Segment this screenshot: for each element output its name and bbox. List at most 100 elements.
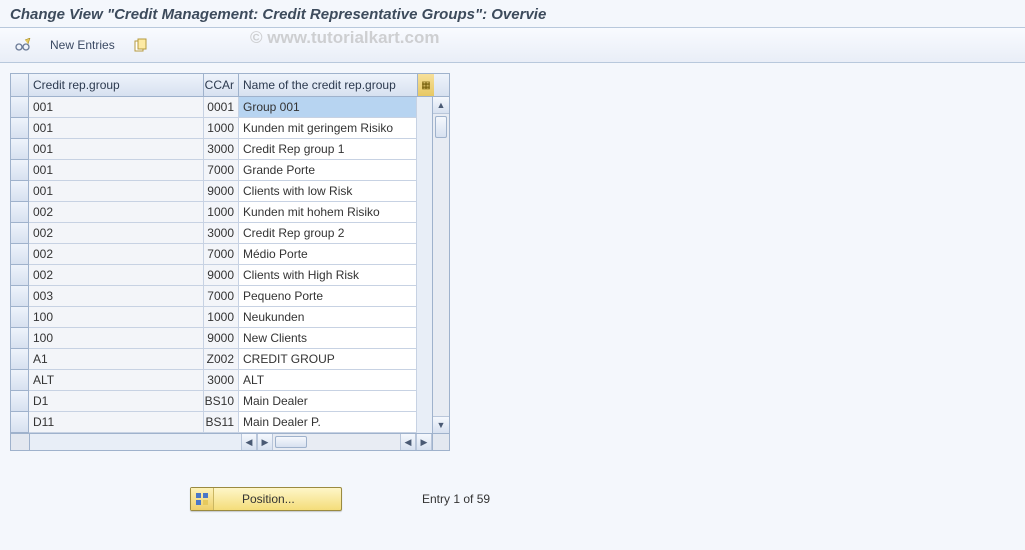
horizontal-scrollbar[interactable]: ◀ ▶ ◀ ▶: [241, 434, 432, 450]
cell-name[interactable]: Main Dealer P.: [239, 412, 417, 433]
cell-group[interactable]: ALT: [29, 370, 204, 391]
cell-name[interactable]: New Clients: [239, 328, 417, 349]
cell-ccar[interactable]: 3000: [204, 370, 239, 391]
cell-name[interactable]: Group 001: [239, 97, 417, 118]
cell-ccar[interactable]: BS11: [204, 412, 239, 433]
cell-ccar[interactable]: Z002: [204, 349, 239, 370]
cell-ccar[interactable]: 9000: [204, 265, 239, 286]
row-selector[interactable]: [11, 286, 29, 307]
row-selector[interactable]: [11, 349, 29, 370]
scroll-left-button[interactable]: ◀: [241, 434, 257, 450]
cell-group[interactable]: 002: [29, 265, 204, 286]
cell-group[interactable]: 001: [29, 181, 204, 202]
cell-ccar[interactable]: 3000: [204, 223, 239, 244]
hscroll-track[interactable]: [273, 434, 400, 450]
cell-name[interactable]: Neukunden: [239, 307, 417, 328]
scroll-up-button[interactable]: ▲: [433, 97, 449, 114]
cell-ccar[interactable]: 9000: [204, 328, 239, 349]
col-header-name[interactable]: Name of the credit rep.group: [239, 74, 417, 96]
cell-name[interactable]: Pequeno Porte: [239, 286, 417, 307]
col-header-ccar[interactable]: CCAr: [204, 74, 239, 96]
cell-group[interactable]: D1: [29, 391, 204, 412]
cell-group[interactable]: 003: [29, 286, 204, 307]
row-selector[interactable]: [11, 97, 29, 118]
hscroll-thumb[interactable]: [275, 436, 307, 448]
cell-group[interactable]: 001: [29, 160, 204, 181]
table-row[interactable]: D1BS10Main Dealer: [11, 391, 432, 412]
table-row[interactable]: 0037000Pequeno Porte: [11, 286, 432, 307]
cell-group[interactable]: A1: [29, 349, 204, 370]
row-selector[interactable]: [11, 244, 29, 265]
cell-group[interactable]: D11: [29, 412, 204, 433]
table-row[interactable]: 0023000Credit Rep group 2: [11, 223, 432, 244]
select-all-cell[interactable]: [11, 74, 29, 96]
row-selector[interactable]: [11, 370, 29, 391]
cell-group[interactable]: 002: [29, 223, 204, 244]
table-row[interactable]: 0029000Clients with High Risk: [11, 265, 432, 286]
row-selector[interactable]: [11, 307, 29, 328]
cell-ccar[interactable]: 1000: [204, 202, 239, 223]
row-selector[interactable]: [11, 202, 29, 223]
new-entries-button[interactable]: New Entries: [44, 38, 121, 52]
table-row[interactable]: 0019000Clients with low Risk: [11, 181, 432, 202]
cell-group[interactable]: 001: [29, 139, 204, 160]
cell-ccar[interactable]: 0001: [204, 97, 239, 118]
row-selector[interactable]: [11, 181, 29, 202]
cell-group[interactable]: 002: [29, 244, 204, 265]
cell-group[interactable]: 001: [29, 118, 204, 139]
table-row[interactable]: 1009000New Clients: [11, 328, 432, 349]
col-header-group[interactable]: Credit rep.group: [29, 74, 204, 96]
vertical-scrollbar[interactable]: ▲ ▼: [432, 97, 449, 433]
cell-name[interactable]: Médio Porte: [239, 244, 417, 265]
row-selector[interactable]: [11, 412, 29, 433]
row-selector[interactable]: [11, 265, 29, 286]
cell-ccar[interactable]: 1000: [204, 118, 239, 139]
table-row[interactable]: 0011000Kunden mit geringem Risiko: [11, 118, 432, 139]
row-selector[interactable]: [11, 118, 29, 139]
configure-columns-button[interactable]: ▦: [417, 74, 434, 96]
row-selector[interactable]: [11, 160, 29, 181]
cell-ccar[interactable]: 9000: [204, 181, 239, 202]
cell-name[interactable]: Credit Rep group 1: [239, 139, 417, 160]
cell-name[interactable]: Credit Rep group 2: [239, 223, 417, 244]
scroll-track[interactable]: [433, 114, 449, 416]
copy-as-button[interactable]: [127, 34, 155, 56]
scroll-first-button[interactable]: ◀: [400, 434, 416, 450]
cell-name[interactable]: Grande Porte: [239, 160, 417, 181]
cell-group[interactable]: 100: [29, 307, 204, 328]
cell-ccar[interactable]: 7000: [204, 244, 239, 265]
row-selector[interactable]: [11, 328, 29, 349]
scroll-down-button[interactable]: ▼: [433, 416, 449, 433]
table-row[interactable]: 0010001Group 001: [11, 97, 432, 118]
table-row[interactable]: A1Z002CREDIT GROUP: [11, 349, 432, 370]
cell-name[interactable]: ALT: [239, 370, 417, 391]
row-selector[interactable]: [11, 139, 29, 160]
cell-name[interactable]: Main Dealer: [239, 391, 417, 412]
cell-ccar[interactable]: 1000: [204, 307, 239, 328]
scroll-thumb[interactable]: [435, 116, 447, 138]
cell-name[interactable]: Clients with low Risk: [239, 181, 417, 202]
cell-group[interactable]: 001: [29, 97, 204, 118]
cell-name[interactable]: CREDIT GROUP: [239, 349, 417, 370]
table-row[interactable]: 0017000Grande Porte: [11, 160, 432, 181]
cell-ccar[interactable]: BS10: [204, 391, 239, 412]
row-selector[interactable]: [11, 223, 29, 244]
cell-name[interactable]: Kunden mit geringem Risiko: [239, 118, 417, 139]
cell-ccar[interactable]: 3000: [204, 139, 239, 160]
position-button[interactable]: Position...: [190, 487, 342, 511]
cell-ccar[interactable]: 7000: [204, 160, 239, 181]
table-row[interactable]: 0013000Credit Rep group 1: [11, 139, 432, 160]
table-row[interactable]: D11BS11Main Dealer P.: [11, 412, 432, 433]
cell-group[interactable]: 002: [29, 202, 204, 223]
cell-name[interactable]: Kunden mit hohem Risiko: [239, 202, 417, 223]
cell-ccar[interactable]: 7000: [204, 286, 239, 307]
scroll-right-button[interactable]: ▶: [257, 434, 273, 450]
cell-name[interactable]: Clients with High Risk: [239, 265, 417, 286]
other-view-button[interactable]: [8, 34, 38, 56]
scroll-last-button[interactable]: ▶: [416, 434, 432, 450]
row-selector[interactable]: [11, 391, 29, 412]
table-row[interactable]: ALT3000ALT: [11, 370, 432, 391]
cell-group[interactable]: 100: [29, 328, 204, 349]
table-row[interactable]: 0027000Médio Porte: [11, 244, 432, 265]
table-row[interactable]: 0021000Kunden mit hohem Risiko: [11, 202, 432, 223]
